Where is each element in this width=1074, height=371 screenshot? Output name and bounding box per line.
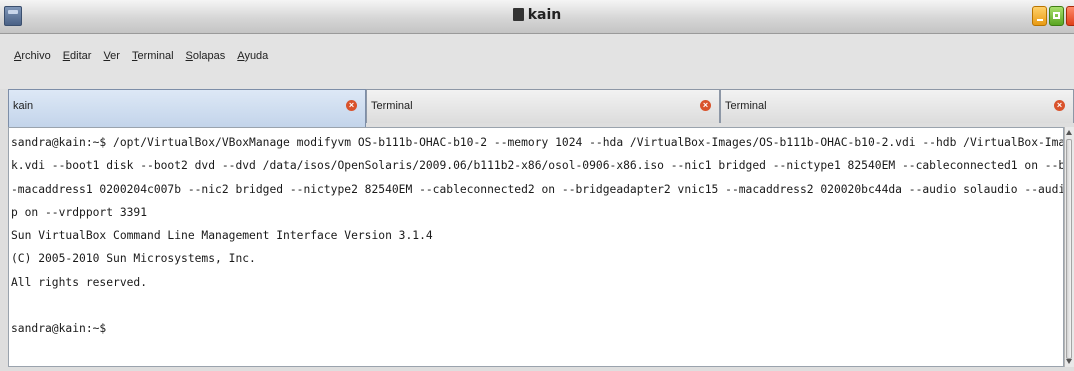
maximize-button[interactable] [1049, 6, 1064, 26]
window-title-text: kain [527, 7, 562, 23]
terminal-line: p on --vrdpport 3391 [11, 205, 148, 219]
menu-ver[interactable]: Ver [103, 50, 120, 62]
terminal-output[interactable]: sandra@kain:~$ /opt/VirtualBox/VBoxManag… [8, 127, 1064, 367]
terminal-line: k.vdi --boot1 disk --boot2 dvd --dvd /da… [11, 159, 1063, 173]
terminal-line: (C) 2005-2010 Sun Microsystems, Inc. [11, 252, 256, 266]
window-title: kain [0, 7, 1074, 23]
scroll-up-icon[interactable] [1066, 130, 1072, 135]
terminal-line: All rights reserved. [11, 275, 148, 289]
vertical-scrollbar[interactable] [1064, 127, 1074, 367]
tab-label: Terminal [371, 100, 413, 112]
close-tab-icon[interactable]: × [346, 100, 357, 111]
close-button[interactable] [1066, 6, 1074, 26]
tab-terminal-2[interactable]: Terminal × [720, 89, 1074, 123]
terminal-line: Sun VirtualBox Command Line Management I… [11, 229, 433, 243]
scrollbar-thumb[interactable] [1066, 139, 1072, 359]
tab-label: kain [13, 100, 34, 112]
minimize-button[interactable] [1032, 6, 1047, 26]
tab-kain[interactable]: kain × [8, 89, 366, 127]
terminal-prompt: sandra@kain:~$ [11, 322, 107, 336]
tab-label: Terminal [725, 100, 767, 112]
menu-terminal[interactable]: Terminal [132, 50, 174, 62]
title-bar: kain [0, 0, 1074, 34]
close-tab-icon[interactable]: × [700, 100, 711, 111]
menu-solapas[interactable]: Solapas [186, 50, 226, 62]
menu-archivo[interactable]: Archivo [14, 50, 51, 62]
terminal-icon [512, 8, 524, 21]
menu-bar: Archivo Editar Ver Terminal Solapas Ayud… [0, 34, 1074, 89]
tab-terminal-1[interactable]: Terminal × [366, 89, 720, 123]
scroll-down-icon[interactable] [1066, 359, 1072, 364]
terminal-line: -macaddress1 0200204c007b --nic2 bridged… [11, 182, 1064, 196]
tab-bar: kain × Terminal × Terminal × [8, 89, 1074, 127]
terminal-line: sandra@kain:~$ /opt/VirtualBox/VBoxManag… [11, 136, 1064, 149]
menu-ayuda[interactable]: Ayuda [237, 50, 268, 62]
close-tab-icon[interactable]: × [1054, 100, 1065, 111]
menu-editar[interactable]: Editar [63, 50, 92, 62]
